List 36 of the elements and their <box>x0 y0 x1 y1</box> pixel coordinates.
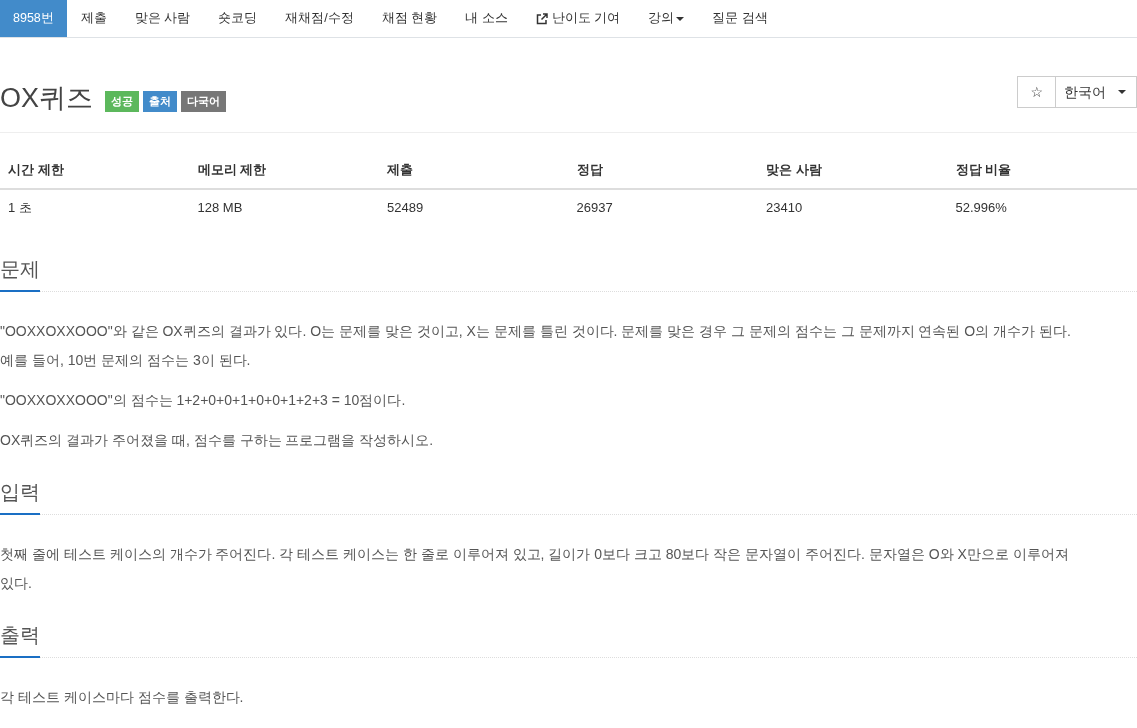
table-cell: 52.996% <box>947 189 1137 226</box>
section-heading: 출력 <box>0 620 40 658</box>
table-cell: 128 MB <box>189 189 379 226</box>
column-header: 메모리 제한 <box>189 152 379 189</box>
nav-tab[interactable]: 숏코딩 <box>204 0 272 37</box>
column-header: 제출 <box>379 152 569 189</box>
table-cell: 1 초 <box>0 189 190 226</box>
caret-icon <box>1118 90 1126 94</box>
nav-tab[interactable]: 채점 현황 <box>367 0 452 37</box>
paragraph: 첫째 줄에 테스트 케이스의 개수가 주어진다. 각 테스트 케이스는 한 줄로 이루어져 있고, 길이가 0보다 크고 80보다 작은 문자열이 주어진다. 문자열은 O와 X만으로 이루어져 있다. <box>0 545 1070 593</box>
table-cell: 26937 <box>568 189 758 226</box>
nav-tab[interactable]: 강의 <box>634 0 699 37</box>
column-header: 맞은 사람 <box>758 152 948 189</box>
nav-tab[interactable]: 제출 <box>66 0 121 37</box>
nav-tab[interactable]: 난이도 기여 <box>521 0 635 37</box>
paragraph: "OOXXOXXOOO"와 같은 OX퀴즈의 결과가 있다. O는 문제를 맞은 것이고, X는 문제를 틀린 것이다. 문제를 맞은 경우 그 문제의 점수는 그 문제까지 연속된 O의 개수가 된다. 예를 들어, 10번 문제의 점수는 3이 된다. <box>0 322 1072 370</box>
nav-tab[interactable]: 재채점/수정 <box>271 0 368 37</box>
nav-tab[interactable]: 내 소스 <box>451 0 522 37</box>
problem-tag[interactable]: 다국어 <box>181 91 226 112</box>
section-heading: 입력 <box>0 477 40 515</box>
column-header: 시간 제한 <box>0 152 190 189</box>
column-header: 정답 <box>568 152 758 189</box>
column-header: 정답 비율 <box>947 152 1137 189</box>
paragraph: 각 테스트 케이스마다 점수를 출력한다. <box>0 688 245 707</box>
paragraph: OX퀴즈의 결과가 주어졌을 때, 점수를 구하는 프로그램을 작성하시오. <box>0 431 435 450</box>
external-link-icon <box>535 12 548 25</box>
section-heading: 문제 <box>0 254 40 292</box>
nav-tab[interactable]: 맞은 사람 <box>120 0 205 37</box>
table-cell: 52489 <box>379 189 569 226</box>
nav-tab[interactable]: 질문 검색 <box>698 0 782 37</box>
paragraph: "OOXXOXXOOO"의 점수는 1+2+0+0+1+0+0+1+2+3 = 10점이다. <box>0 391 407 410</box>
nav-tab[interactable]: 8958번 <box>0 0 67 37</box>
caret-icon <box>676 16 685 21</box>
problem-tag[interactable]: 출처 <box>143 91 177 112</box>
table-cell: 23410 <box>758 189 948 226</box>
problem-title: OX퀴즈 <box>0 82 93 115</box>
